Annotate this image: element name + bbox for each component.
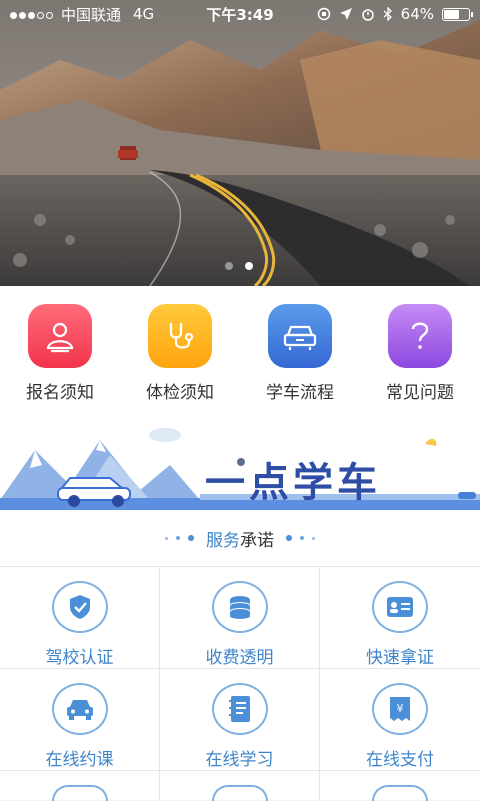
decor-dot [286, 535, 292, 541]
decor-dot [312, 536, 315, 540]
decor-dot [188, 535, 194, 541]
service-online-payment[interactable]: ¥ 在线支付 [320, 669, 480, 770]
id-card-icon [372, 581, 428, 633]
battery-icon [442, 7, 473, 21]
promise-title-blue: 服务 [206, 530, 240, 551]
service-label: 在线支付 [366, 750, 434, 770]
partial-icon [51, 785, 108, 801]
service-label: 在线约课 [45, 750, 114, 770]
service-online-booking[interactable]: 在线约课 [0, 669, 160, 770]
decor-dot [300, 536, 304, 540]
banner-title: 一点学车 [205, 460, 381, 506]
service-more-2[interactable] [160, 771, 320, 801]
quick-link-faq[interactable]: 常见问题 [360, 286, 480, 410]
pager-dot-active[interactable] [245, 262, 253, 270]
quick-links: 报名须知 体检须知 学车流程 常见问题 [0, 286, 480, 410]
service-label: 驾校认证 [45, 648, 114, 668]
status-bar: 中国联通 4G 下午3:49 64% [0, 0, 480, 28]
car-icon [268, 304, 332, 368]
promise-title-dark: 承诺 [240, 530, 274, 551]
status-time: 下午3:49 [206, 5, 274, 24]
pager-dot[interactable] [225, 262, 233, 270]
stethoscope-icon [148, 304, 212, 368]
carousel-pager [225, 262, 253, 270]
service-more-1[interactable] [0, 771, 160, 801]
quick-link-label: 体检须知 [146, 383, 214, 403]
decor-dot [176, 536, 180, 540]
service-school-certification[interactable]: 驾校认证 [0, 567, 160, 668]
service-label: 在线学习 [205, 750, 274, 770]
service-label: 收费透明 [205, 648, 274, 668]
user-icon [28, 304, 92, 368]
quick-link-medical[interactable]: 体检须知 [120, 286, 240, 410]
question-icon [388, 304, 452, 368]
quick-link-process[interactable]: 学车流程 [240, 286, 360, 410]
hero-image [0, 0, 480, 286]
service-more-3[interactable] [320, 771, 480, 801]
notebook-icon [211, 683, 268, 735]
service-grid: 驾校认证 收费透明 快速拿证 在线约课 在线学习 ¥ 在线支付 [0, 566, 480, 801]
partial-icon [372, 785, 428, 801]
service-transparent-fees[interactable]: 收费透明 [160, 567, 320, 668]
service-promise-header: 服务承诺 [0, 510, 480, 566]
quick-link-label: 常见问题 [386, 383, 454, 403]
decor-dot [165, 536, 168, 540]
coins-icon [211, 581, 268, 633]
svg-text:¥: ¥ [397, 702, 404, 715]
quick-link-label: 报名须知 [26, 383, 94, 403]
service-online-learning[interactable]: 在线学习 [160, 669, 320, 770]
payment-receipt-icon: ¥ [372, 683, 428, 735]
service-label: 快速拿证 [366, 648, 434, 668]
quick-link-registration[interactable]: 报名须知 [0, 286, 120, 410]
car-front-icon [51, 683, 108, 735]
hero-carousel[interactable]: 中国联通 4G 下午3:49 64% [0, 0, 480, 286]
quick-link-label: 学车流程 [266, 383, 334, 403]
shield-check-icon [51, 581, 108, 633]
promo-banner[interactable]: 一点学车 [0, 410, 480, 510]
partial-icon [211, 785, 268, 801]
service-fast-license[interactable]: 快速拿证 [320, 567, 480, 668]
